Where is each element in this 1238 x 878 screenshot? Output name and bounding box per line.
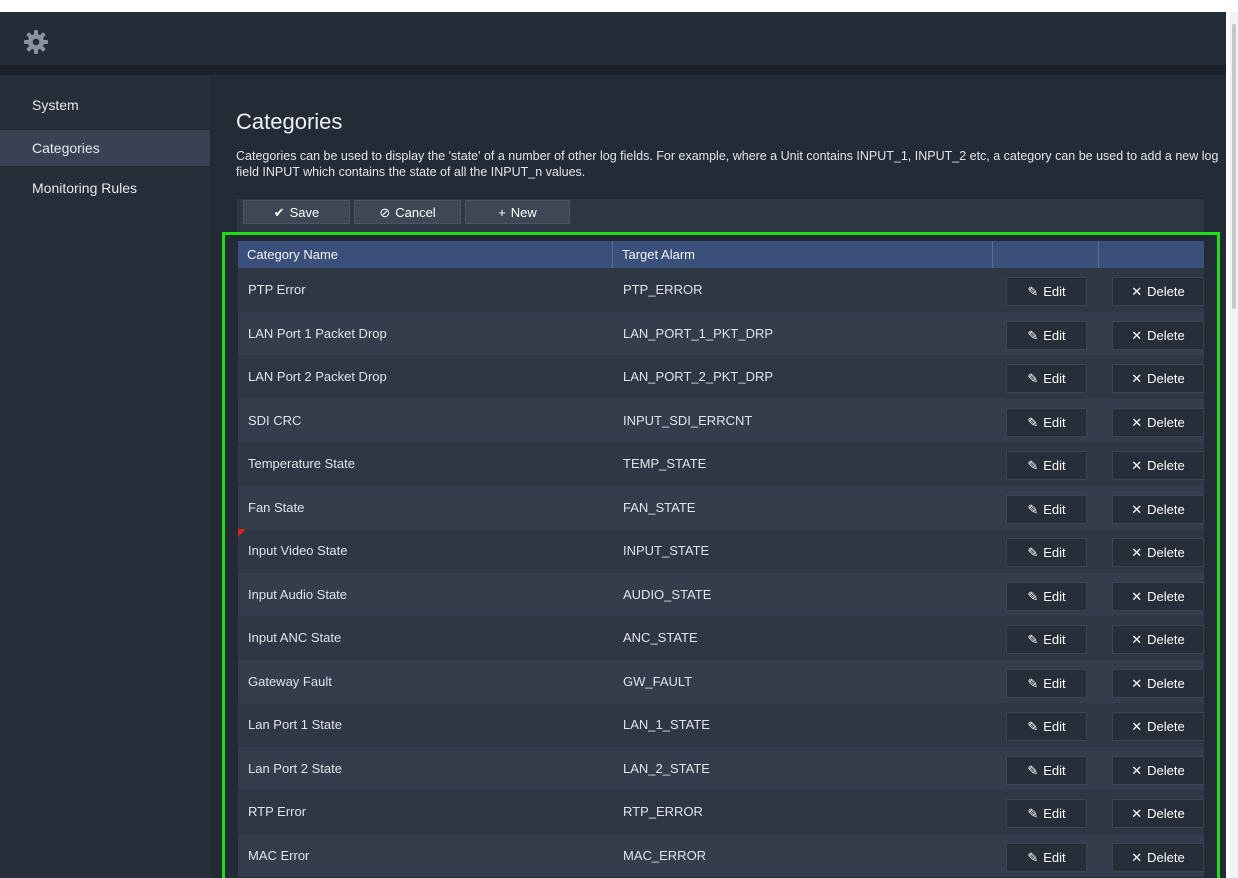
- save-button[interactable]: ✔ Save: [243, 200, 350, 224]
- top-bar: [0, 12, 1226, 65]
- highlight-frame: [222, 232, 1220, 878]
- new-button[interactable]: + New: [465, 200, 570, 224]
- sidebar: System Categories Monitoring Rules: [0, 75, 210, 878]
- sidebar-item-system[interactable]: System: [0, 87, 210, 123]
- cancel-label: Cancel: [395, 205, 436, 220]
- cancel-button[interactable]: ⊘ Cancel: [354, 200, 461, 224]
- top-bar-divider: [0, 65, 1226, 75]
- page-title: Categories: [236, 109, 343, 134]
- cancel-icon: ⊘: [379, 205, 391, 220]
- page-description: Categories can be used to display the 's…: [236, 149, 1219, 179]
- sidebar-item-categories[interactable]: Categories: [0, 130, 210, 166]
- scrollbar-thumb[interactable]: [1232, 24, 1236, 309]
- new-label: New: [510, 205, 537, 220]
- toolbar: ✔ Save ⊘ Cancel + New: [237, 199, 1204, 235]
- save-label: Save: [289, 205, 320, 220]
- scrollbar[interactable]: [1230, 12, 1238, 878]
- check-icon: ✔: [273, 205, 285, 220]
- plus-icon: +: [498, 205, 506, 220]
- sidebar-item-monitoring-rules[interactable]: Monitoring Rules: [0, 170, 210, 206]
- gear-icon[interactable]: [24, 30, 48, 54]
